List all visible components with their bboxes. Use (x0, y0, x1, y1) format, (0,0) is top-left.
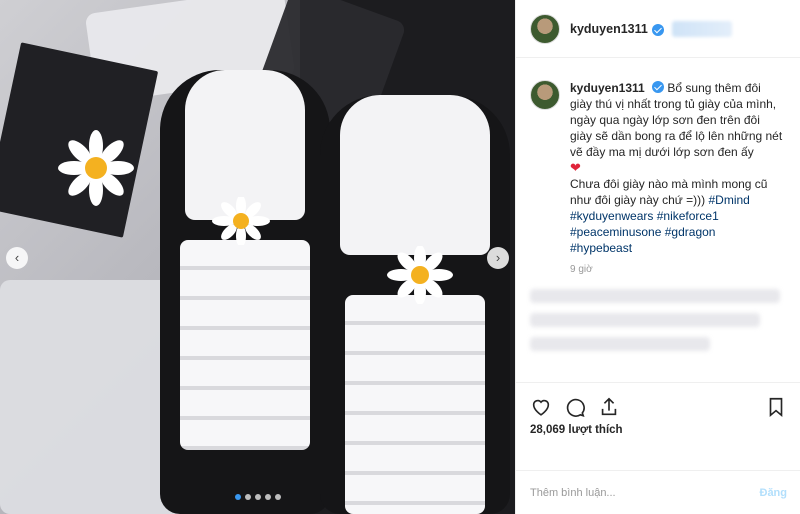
action-bar (516, 382, 800, 430)
post-side-panel: kyduyen1311 kyduyen1311 Bổ sung thêm đôi… (515, 0, 800, 514)
blurred-follow-text (671, 20, 732, 37)
caption-block: kyduyen1311 Bổ sung thêm đôi giày thú vị… (516, 58, 800, 256)
hashtag[interactable]: #nikeforce1 (657, 209, 719, 223)
caption-username[interactable]: kyduyen1311 (570, 81, 645, 95)
post-photo[interactable]: ‹ › (0, 0, 515, 514)
carousel-dot[interactable] (234, 494, 241, 500)
heart-outline-icon[interactable] (528, 394, 554, 420)
daisy-logo (58, 130, 134, 206)
verified-badge-icon (651, 23, 664, 36)
chevron-right-icon[interactable]: › (487, 247, 509, 269)
carousel-dot[interactable] (264, 494, 271, 500)
add-comment-bar: Đăng (516, 470, 800, 514)
bookmark-icon[interactable] (763, 394, 789, 420)
carousel-dot[interactable] (254, 494, 261, 500)
hashtag[interactable]: #kyduyenwears (570, 209, 653, 223)
avatar[interactable] (530, 80, 560, 110)
comment-bubble-icon[interactable] (562, 394, 588, 420)
like-count[interactable]: 28,069 lượt thích (530, 424, 623, 436)
blurred-comments (530, 289, 786, 351)
post-header: kyduyen1311 (516, 0, 800, 58)
hashtag[interactable]: #hypebeast (570, 241, 632, 255)
carousel-dot[interactable] (244, 494, 251, 500)
share-arrow-icon[interactable] (596, 394, 622, 420)
carousel-dot[interactable] (274, 494, 281, 500)
post-time[interactable]: 9 giờ (570, 264, 800, 275)
heart-emoji: ❤ (570, 160, 581, 175)
avatar[interactable] (530, 13, 560, 44)
daisy-patch-left (212, 197, 270, 245)
comment-input[interactable] (530, 486, 760, 499)
left-shoe (160, 70, 330, 514)
carousel-dots (0, 494, 515, 500)
chevron-left-icon[interactable]: ‹ (6, 247, 28, 269)
hashtag[interactable]: #Dmind (708, 193, 749, 207)
caption: kyduyen1311 Bổ sung thêm đôi giày thú vị… (570, 80, 785, 256)
daisy-patch-right (387, 246, 453, 304)
hashtag[interactable]: #gdragon (665, 225, 716, 239)
post-comment-button[interactable]: Đăng (760, 487, 788, 499)
right-shoe (320, 95, 510, 514)
hashtag[interactable]: #peaceminusone (570, 225, 661, 239)
verified-badge-icon (652, 81, 665, 93)
header-username[interactable]: kyduyen1311 (570, 22, 648, 36)
